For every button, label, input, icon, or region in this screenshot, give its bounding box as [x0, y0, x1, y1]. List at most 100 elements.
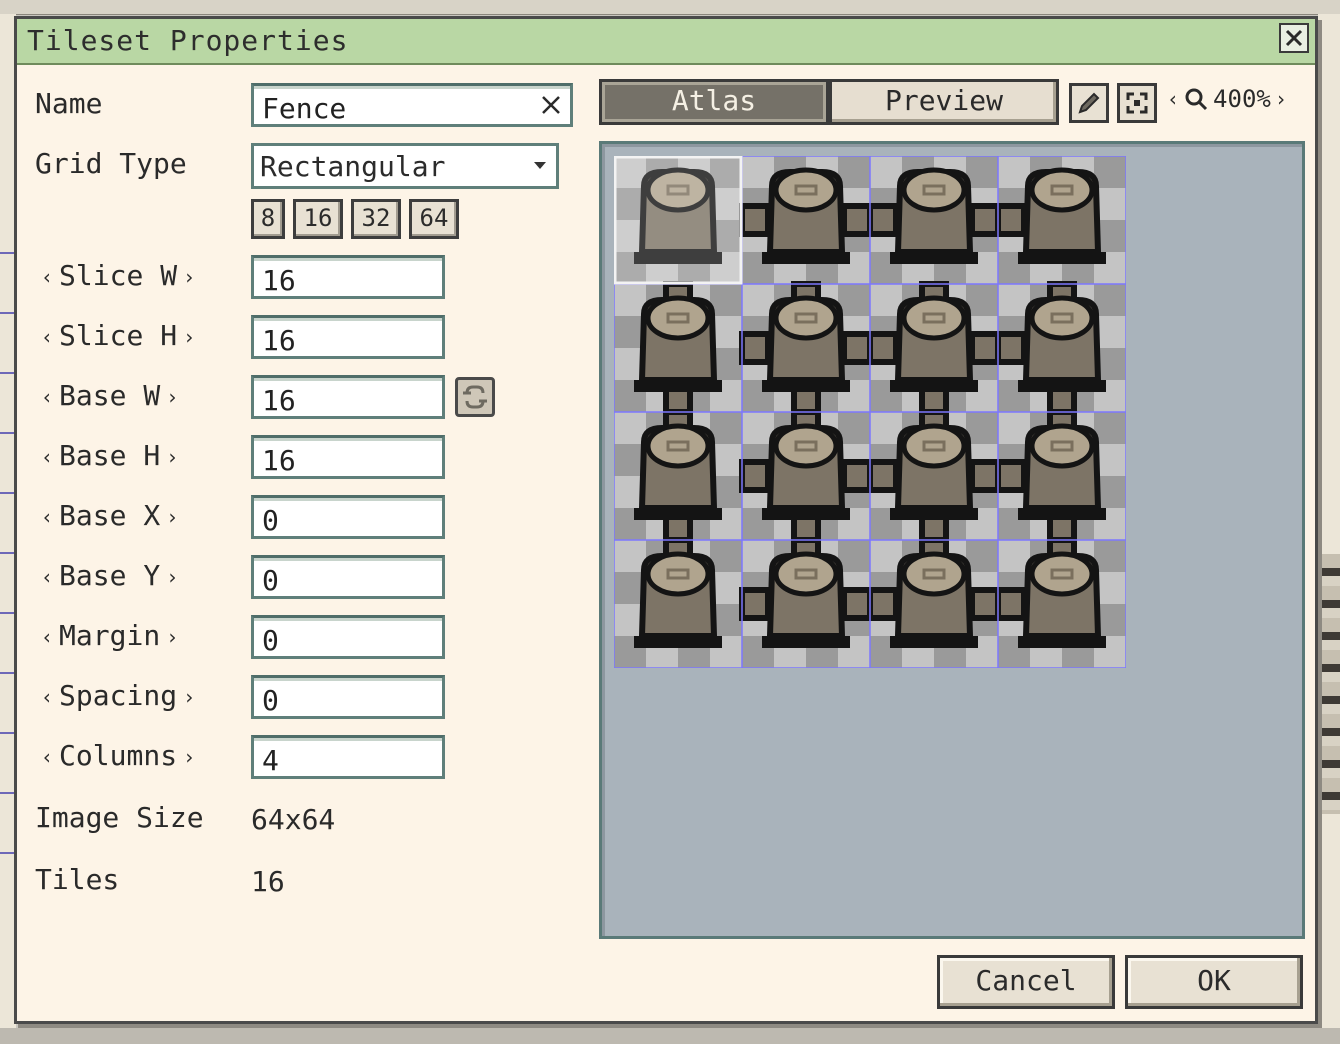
preset-32-button[interactable]: 32 — [351, 199, 401, 239]
columns-text: Columns — [59, 739, 178, 772]
base-x-label[interactable]: ‹ Base X › — [35, 499, 184, 532]
tile[interactable] — [995, 537, 1126, 668]
slice-h-input[interactable]: 16 — [251, 315, 445, 359]
pencil-button[interactable] — [1069, 83, 1109, 123]
tileset-properties-dialog: Tileset Properties Name Fence Grid Type … — [14, 16, 1318, 1024]
tiles-value: 16 — [251, 865, 285, 898]
decrement-icon[interactable]: ‹ — [41, 685, 53, 709]
base-x-text: Base X — [59, 499, 161, 532]
base-w-input[interactable]: 16 — [251, 375, 445, 419]
zoom-in-arrow-icon[interactable]: › — [1275, 87, 1287, 111]
base-h-input[interactable]: 16 — [251, 435, 445, 479]
slice-w-label[interactable]: ‹ Slice W › — [35, 259, 201, 292]
increment-icon[interactable]: › — [183, 265, 195, 289]
close-icon — [1285, 29, 1303, 47]
increment-icon[interactable]: › — [183, 685, 195, 709]
grid-type-label: Grid Type — [35, 147, 187, 180]
decrement-icon[interactable]: ‹ — [41, 745, 53, 769]
preset-8-button[interactable]: 8 — [251, 199, 285, 239]
background-right-panel — [1318, 14, 1340, 1044]
preset-16-button[interactable]: 16 — [293, 199, 343, 239]
decrement-icon[interactable]: ‹ — [41, 325, 53, 349]
selected-tile-highlight — [613, 155, 743, 285]
clear-icon[interactable] — [540, 94, 562, 116]
background-lines — [0, 194, 14, 894]
base-y-label[interactable]: ‹ Base Y › — [35, 559, 184, 592]
image-size-label: Image Size — [35, 801, 204, 834]
decrement-icon[interactable]: ‹ — [41, 505, 53, 529]
decrement-icon[interactable]: ‹ — [41, 445, 53, 469]
pencil-icon — [1078, 92, 1100, 114]
slice-w-text: Slice W — [59, 259, 178, 292]
increment-icon[interactable]: › — [183, 325, 195, 349]
background-status-bar — [0, 1028, 1340, 1044]
dialog-title: Tileset Properties — [27, 24, 349, 57]
grid-type-value: Rectangular — [260, 150, 446, 183]
slice-h-label[interactable]: ‹ Slice H › — [35, 319, 201, 352]
columns-label[interactable]: ‹ Columns › — [35, 739, 201, 772]
base-y-input[interactable]: 0 — [251, 555, 445, 599]
decrement-icon[interactable]: ‹ — [41, 265, 53, 289]
increment-icon[interactable]: › — [166, 565, 178, 589]
base-h-text: Base H — [59, 439, 161, 472]
fit-view-button[interactable] — [1117, 83, 1157, 123]
decrement-icon[interactable]: ‹ — [41, 385, 53, 409]
spacing-text: Spacing — [59, 679, 178, 712]
base-x-input[interactable]: 0 — [251, 495, 445, 539]
background-tiles — [1318, 554, 1340, 814]
tile[interactable] — [739, 281, 873, 415]
tile[interactable] — [995, 281, 1126, 415]
atlas-tiles[interactable] — [613, 155, 1127, 669]
link-icon — [463, 385, 487, 409]
background-toolbar — [0, 0, 1340, 15]
cancel-button[interactable]: Cancel — [937, 955, 1115, 1009]
tile[interactable] — [867, 409, 1001, 543]
tile-grid[interactable] — [613, 155, 1127, 672]
tile[interactable] — [867, 156, 1001, 284]
margin-input[interactable]: 0 — [251, 615, 445, 659]
close-button[interactable] — [1279, 23, 1309, 53]
tile[interactable] — [995, 409, 1126, 543]
preset-64-button[interactable]: 64 — [409, 199, 459, 239]
increment-icon[interactable]: › — [166, 445, 178, 469]
base-w-label[interactable]: ‹ Base W › — [35, 379, 184, 412]
title-bar[interactable]: Tileset Properties — [17, 19, 1315, 65]
grid-type-select[interactable]: Rectangular — [251, 143, 559, 189]
name-label: Name — [35, 87, 103, 120]
tile[interactable] — [867, 281, 1001, 415]
tab-atlas[interactable]: Atlas — [599, 79, 829, 125]
name-input[interactable]: Fence — [251, 83, 573, 127]
zoom-icon — [1185, 88, 1208, 111]
atlas-canvas[interactable] — [599, 141, 1305, 939]
tile[interactable] — [739, 156, 873, 284]
ok-button[interactable]: OK — [1125, 955, 1303, 1009]
tab-preview[interactable]: Preview — [829, 79, 1059, 125]
zoom-out-arrow-icon[interactable]: ‹ — [1167, 87, 1179, 111]
decrement-icon[interactable]: ‹ — [41, 625, 53, 649]
tile[interactable] — [614, 281, 742, 415]
increment-icon[interactable]: › — [166, 625, 178, 649]
spacing-input[interactable]: 0 — [251, 675, 445, 719]
slice-h-text: Slice H — [59, 319, 178, 352]
decrement-icon[interactable]: ‹ — [41, 565, 53, 589]
base-h-label[interactable]: ‹ Base H › — [35, 439, 184, 472]
increment-icon[interactable]: › — [166, 505, 178, 529]
margin-label[interactable]: ‹ Margin › — [35, 619, 184, 652]
tile[interactable] — [614, 537, 742, 668]
increment-icon[interactable]: › — [166, 385, 178, 409]
tile[interactable] — [739, 537, 873, 668]
zoom-value: 400% — [1213, 85, 1271, 113]
tile[interactable] — [995, 156, 1126, 284]
tile[interactable] — [739, 409, 873, 543]
base-y-text: Base Y — [59, 559, 161, 592]
spacing-label[interactable]: ‹ Spacing › — [35, 679, 201, 712]
tile[interactable] — [867, 537, 1001, 668]
fit-view-icon — [1126, 92, 1148, 114]
zoom-control[interactable]: ‹ 400% › — [1167, 85, 1287, 113]
columns-input[interactable]: 4 — [251, 735, 445, 779]
link-size-button[interactable] — [455, 377, 495, 417]
tile[interactable] — [614, 409, 742, 543]
increment-icon[interactable]: › — [183, 745, 195, 769]
chevron-down-icon — [534, 162, 546, 169]
slice-w-input[interactable]: 16 — [251, 255, 445, 299]
